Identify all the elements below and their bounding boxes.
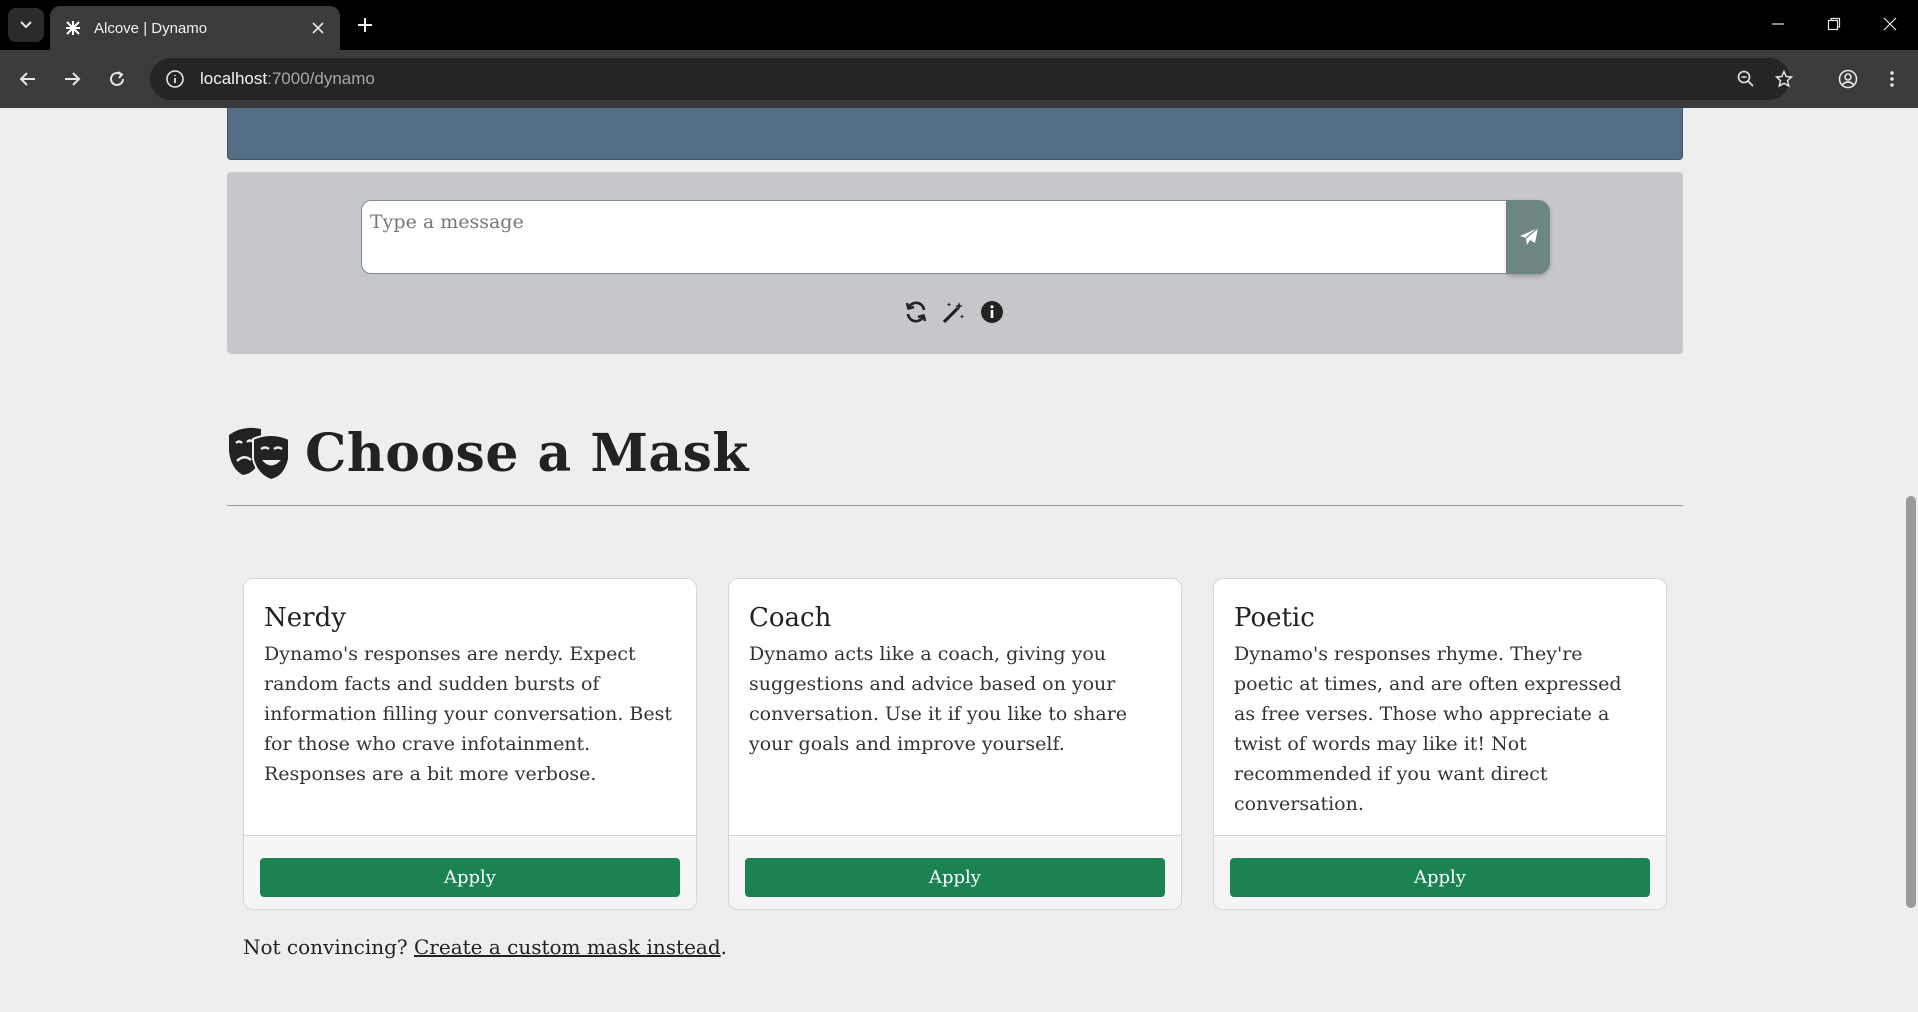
send-icon (1519, 227, 1538, 245)
scrollbar-thumb[interactable] (1906, 496, 1916, 908)
reload-button[interactable] (101, 63, 133, 95)
card-footer: Apply (1214, 835, 1666, 909)
tab-title: Alcove | Dynamo (94, 19, 208, 37)
address-bar[interactable]: localhost:7000/dynamo (150, 58, 1793, 100)
card-description: Dynamo acts like a coach, giving you sug… (749, 643, 1128, 755)
theater-masks-icon (229, 427, 290, 481)
mask-card-nerdy: Nerdy Dynamo's responses are nerdy. Expe… (243, 578, 697, 910)
chat-messages-area (227, 108, 1683, 160)
restore-button[interactable] (1814, 8, 1854, 40)
card-description: Dynamo's responses rhyme. They're poetic… (1234, 643, 1622, 815)
divider (227, 505, 1683, 506)
back-button[interactable] (12, 63, 44, 95)
minimize-button[interactable] (1758, 8, 1798, 40)
close-icon (1883, 17, 1897, 31)
browser-tab-bar: Alcove | Dynamo (0, 0, 1918, 50)
mask-card-poetic: Poetic Dynamo's responses rhyme. They're… (1213, 578, 1667, 910)
site-favicon-icon (64, 19, 82, 37)
profile-icon (1838, 69, 1858, 89)
close-tab-icon[interactable] (306, 16, 330, 40)
browser-toolbar: localhost:7000/dynamo (0, 50, 1918, 108)
mask-cards: Nerdy Dynamo's responses are nerdy. Expe… (243, 578, 1667, 912)
apply-poetic-button[interactable]: Apply (1230, 858, 1650, 897)
close-window-button[interactable] (1870, 8, 1910, 40)
send-button[interactable] (1507, 200, 1550, 274)
chevron-down-icon (20, 21, 32, 29)
footnote-prefix: Not convincing? (243, 935, 414, 959)
more-vertical-icon (1890, 71, 1894, 87)
info-icon[interactable] (978, 298, 1006, 326)
plus-icon (358, 18, 372, 32)
site-info-icon[interactable] (164, 68, 186, 90)
forward-button[interactable] (56, 63, 88, 95)
page-viewport: Choose a Mask Nerdy Dynamo's responses a… (0, 108, 1918, 1012)
card-footer: Apply (729, 835, 1181, 909)
tab-search-button[interactable] (8, 8, 44, 42)
new-tab-button[interactable] (350, 10, 380, 40)
restore-icon (1827, 17, 1841, 31)
zoom-icon[interactable] (1730, 63, 1762, 95)
apply-nerdy-button[interactable]: Apply (260, 858, 680, 897)
apply-coach-button[interactable]: Apply (745, 858, 1165, 897)
mask-section-header: Choose a Mask (227, 418, 1683, 508)
browser-tab-active[interactable]: Alcove | Dynamo (50, 6, 340, 50)
custom-mask-note: Not convincing? Create a custom mask ins… (243, 935, 727, 959)
card-footer: Apply (244, 835, 696, 909)
minimize-icon (1772, 23, 1784, 25)
chat-input-panel (227, 172, 1683, 354)
card-title: Poetic (1234, 603, 1315, 633)
footnote-suffix: . (720, 935, 728, 959)
page-title: Choose a Mask (305, 422, 749, 484)
card-title: Nerdy (264, 603, 346, 633)
create-custom-mask-link[interactable]: Create a custom mask instead (414, 935, 721, 959)
reload-icon (110, 71, 124, 86)
url-host: localhost (200, 69, 268, 88)
message-input[interactable] (361, 200, 1507, 274)
mask-card-coach: Coach Dynamo acts like a coach, giving y… (728, 578, 1182, 910)
profile-button[interactable] (1832, 63, 1864, 95)
input-actions (902, 297, 1006, 327)
arrow-right-icon (65, 72, 81, 86)
url-path: :7000/dynamo (267, 69, 375, 88)
card-description: Dynamo's responses are nerdy. Expect ran… (264, 643, 673, 785)
card-title: Coach (749, 603, 832, 633)
magic-wand-icon[interactable] (940, 298, 968, 326)
refresh-icon[interactable] (902, 298, 930, 326)
bookmark-star-icon[interactable] (1768, 63, 1800, 95)
browser-menu-button[interactable] (1876, 63, 1908, 95)
arrow-left-icon (19, 72, 35, 86)
